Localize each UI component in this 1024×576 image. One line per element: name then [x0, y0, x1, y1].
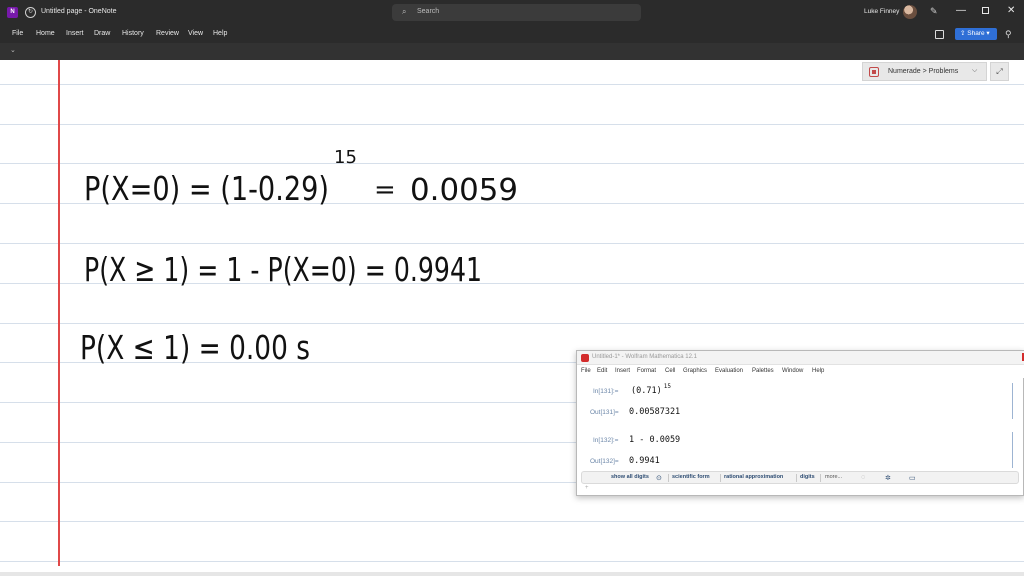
mma-menu-help[interactable]: Help	[812, 368, 824, 374]
mathematica-window[interactable]: Untitled-1* - Wolfram Mathematica 12.1 F…	[576, 350, 1024, 496]
ink-line1-eq: =	[374, 175, 396, 205]
chat-icon[interactable]: ▭	[909, 474, 916, 482]
horizontal-scrollbar[interactable]	[0, 572, 1024, 576]
mathematica-title: Untitled-1* - Wolfram Mathematica 12.1	[592, 354, 697, 360]
divider	[820, 474, 821, 482]
cell-input[interactable]: (0.71) 15	[631, 383, 671, 396]
onenote-window: N ↻ Untitled page - OneNote ⌕ Search Luk…	[0, 0, 1024, 576]
ink-line3: P(X ≤ 1) = 0.00 s	[80, 328, 310, 367]
rational-approximation-button[interactable]: rational approximation	[724, 474, 783, 480]
cell-output[interactable]: 0.00587321	[629, 407, 680, 417]
more-button[interactable]: more...	[825, 474, 842, 480]
ink-line2: P(X ≥ 1) = 1 - P(X=0) = 0.9941	[84, 250, 482, 289]
ink-line1-lhs: P(X=0) = (1-0.29)	[84, 169, 329, 208]
chevron-down-icon[interactable]: ⊙	[656, 474, 662, 482]
divider	[668, 474, 669, 482]
mma-menu-edit[interactable]: Edit	[597, 368, 607, 374]
ink-line1-exponent: 15	[334, 147, 357, 168]
cell-insertion-point[interactable]: +	[585, 485, 589, 491]
mma-menu-window[interactable]: Window	[782, 368, 803, 374]
digits-button[interactable]: digits	[800, 474, 815, 480]
mma-menu-palettes[interactable]: Palettes	[752, 368, 774, 374]
cell-input-label: In[131]:=	[593, 388, 619, 395]
mma-menu-evaluation[interactable]: Evaluation	[715, 368, 743, 374]
mathematica-icon	[581, 354, 589, 362]
mma-menu-cell[interactable]: Cell	[665, 368, 675, 374]
cell-bracket[interactable]	[1011, 383, 1013, 419]
mma-menu-format[interactable]: Format	[637, 368, 656, 374]
scientific-form-button[interactable]: scientific form	[672, 474, 710, 480]
divider	[796, 474, 797, 482]
suggestions-bar: show all digits ⊙ scientific form ration…	[581, 471, 1019, 484]
divider	[720, 474, 721, 482]
cell-output-label: Out[131]=	[590, 409, 619, 416]
mma-menu-file[interactable]: File	[581, 368, 591, 374]
mma-menu-insert[interactable]: Insert	[615, 368, 630, 374]
cell-bracket[interactable]	[1011, 432, 1013, 468]
settings-icon[interactable]: ✲	[885, 474, 891, 482]
undo-icon[interactable]: ◌	[861, 474, 865, 481]
cell-input[interactable]: 1 - 0.0059	[629, 435, 680, 445]
cell-input-label: In[132]:=	[593, 437, 619, 444]
cell-input-exponent: 15	[663, 383, 671, 390]
cell-input-text: (0.71)	[631, 386, 662, 396]
mma-menu-graphics[interactable]: Graphics	[683, 368, 707, 374]
mathematica-title-bar[interactable]: Untitled-1* - Wolfram Mathematica 12.1	[577, 351, 1024, 365]
cell-output[interactable]: 0.9941	[629, 456, 660, 466]
cell-output-label: Out[132]=	[590, 458, 619, 465]
show-all-digits-button[interactable]: show all digits	[611, 474, 649, 480]
mathematica-menu-bar: File Edit Insert Format Cell Graphics Ev…	[577, 365, 1024, 378]
ink-line1-result: 0.0059	[410, 173, 518, 208]
